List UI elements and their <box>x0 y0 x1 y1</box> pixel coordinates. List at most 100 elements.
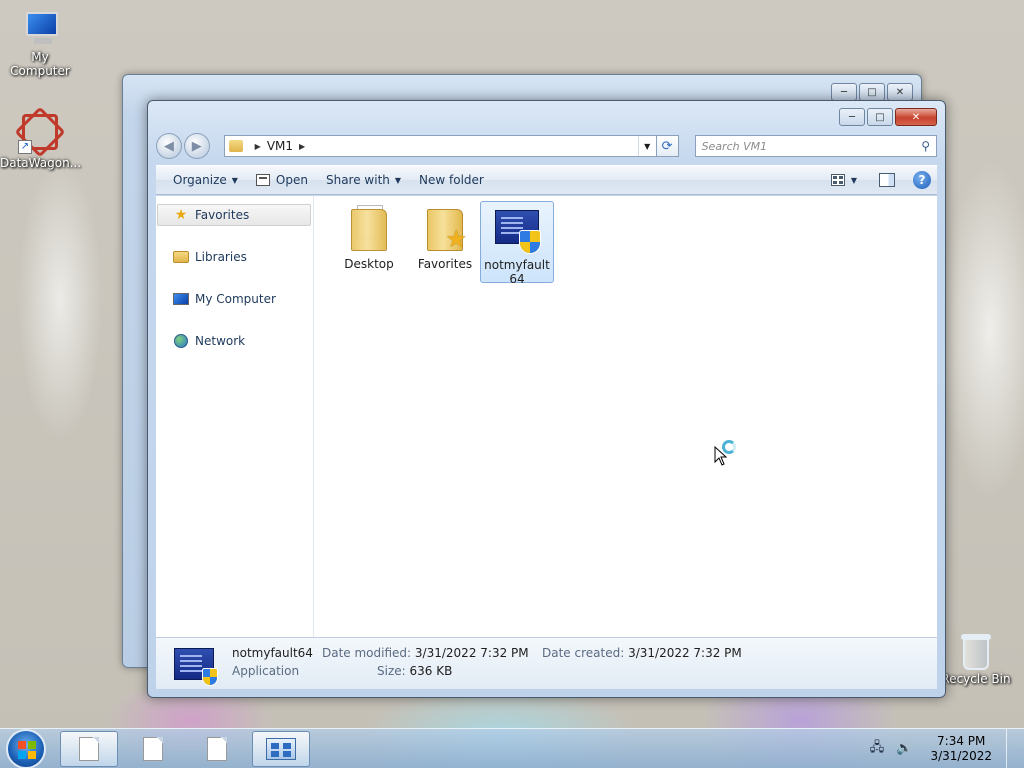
size-label: Size: <box>377 664 406 678</box>
bg-close-button[interactable]: ✕ <box>887 83 913 101</box>
desktop-icon-label: DataWagon... <box>0 156 82 170</box>
explorer-window[interactable]: ─ □ ✕ ◀ ▶ ▶ VM1 ▶ ▼ ⟳ Search VM1 ⚲ Organ… <box>147 100 946 698</box>
preview-pane-icon[interactable] <box>879 173 895 187</box>
date-created-label: Date created: <box>542 646 625 660</box>
search-placeholder: Search VM1 <box>701 139 768 153</box>
nav-item-label: Libraries <box>195 250 247 264</box>
back-button[interactable]: ◀ <box>156 133 182 159</box>
date-modified-value: 3/31/2022 7:32 PM <box>414 646 529 660</box>
nav-item-label: My Computer <box>195 292 276 306</box>
change-view-icon[interactable] <box>830 174 845 186</box>
maximize-button[interactable]: □ <box>867 108 893 126</box>
control-panel-icon <box>266 737 296 760</box>
new-folder-button[interactable]: New folder <box>410 168 493 192</box>
application-icon <box>174 648 218 686</box>
taskbar-button-document-3[interactable] <box>188 731 246 767</box>
file-item-desktop[interactable]: Desktop <box>332 201 406 283</box>
share-with-label: Share with <box>325 173 390 187</box>
view-options-chevron-icon[interactable]: ▼ <box>851 176 857 185</box>
folder-icon <box>228 140 243 152</box>
taskbar-button-document-1[interactable] <box>60 730 118 767</box>
system-tray: 🖧 🔊 7:34 PM 3/31/2022 <box>864 728 1024 768</box>
file-name: Favorites <box>417 257 473 271</box>
breadcrumb-chevron-icon[interactable]: ▶ <box>299 142 305 151</box>
busy-cursor-icon <box>714 440 744 476</box>
date-modified-label: Date modified: <box>322 646 412 660</box>
clock-time: 7:34 PM <box>937 733 986 748</box>
file-item-favorites[interactable]: ★ Favorites <box>408 201 482 283</box>
open-button[interactable]: Open <box>247 168 317 192</box>
nav-item-favorites[interactable]: ★ Favorites <box>157 204 311 226</box>
nav-item-network[interactable]: Network <box>157 330 311 352</box>
refresh-button[interactable]: ⟳ <box>656 135 679 157</box>
taskbar-button-document-2[interactable] <box>124 731 182 767</box>
star-icon: ★ <box>174 207 188 223</box>
bg-minimize-button[interactable]: ─ <box>831 83 857 101</box>
desktop-icon-label: My Computer <box>10 50 70 78</box>
favorites-folder-icon: ★ <box>421 205 469 253</box>
details-pane: notmyfault64 Application Date modified: … <box>156 637 937 689</box>
network-tray-icon[interactable]: 🖧 <box>870 738 885 760</box>
desktop-icon-my-computer[interactable]: My Computer <box>0 10 80 78</box>
taskbar: 🖧 🔊 7:34 PM 3/31/2022 <box>0 728 1024 768</box>
new-folder-label: New folder <box>419 173 484 187</box>
details-file-name: notmyfault64 <box>232 646 313 660</box>
desktop-icon-datawagon[interactable]: ↗ DataWagon... <box>0 106 82 170</box>
open-icon <box>255 174 270 186</box>
document-icon <box>143 736 163 761</box>
navigation-pane: ★ Favorites Libraries My Computer Networ… <box>156 196 314 637</box>
document-icon <box>207 736 227 761</box>
close-button[interactable]: ✕ <box>895 108 937 126</box>
file-name-line2: 64 <box>509 272 525 286</box>
clock[interactable]: 7:34 PM 3/31/2022 <box>930 734 992 764</box>
file-name: notmyfault <box>484 258 550 272</box>
file-name: Desktop <box>344 257 394 271</box>
show-desktop-button[interactable] <box>1006 728 1020 768</box>
start-button[interactable] <box>6 728 46 768</box>
volume-icon[interactable]: 🔊 <box>896 741 912 756</box>
application-icon <box>493 206 541 254</box>
date-created-value: 3/31/2022 7:32 PM <box>628 646 742 660</box>
file-list: Desktop ★ Favorites notmyfault 64 <box>314 196 937 637</box>
nav-item-libraries[interactable]: Libraries <box>157 246 311 268</box>
navigation-bar: ◀ ▶ ▶ VM1 ▶ ▼ ⟳ Search VM1 ⚲ <box>156 132 937 160</box>
chevron-down-icon: ▼ <box>394 175 402 185</box>
back-arrow-icon: ◀ <box>163 138 174 154</box>
size-value: 636 KB <box>409 664 453 678</box>
forward-button[interactable]: ▶ <box>183 133 210 159</box>
forward-arrow-icon: ▶ <box>191 138 202 154</box>
details-file-type: Application <box>232 664 300 678</box>
breadcrumb-vm1[interactable]: VM1 <box>267 139 293 153</box>
organize-button[interactable]: Organize ▼ <box>164 168 247 192</box>
nav-item-label: Favorites <box>195 208 250 222</box>
clock-date: 3/31/2022 <box>930 748 992 763</box>
desktop-icon-recycle-bin[interactable]: Recycle Bin <box>936 632 1016 686</box>
document-icon <box>79 736 99 761</box>
search-icon[interactable]: ⚲ <box>921 139 930 153</box>
address-dropdown-button[interactable]: ▼ <box>637 136 656 156</box>
chevron-down-icon: ▼ <box>231 175 238 185</box>
open-label: Open <box>275 173 308 187</box>
desktop-icon-label: Recycle Bin <box>941 672 1011 686</box>
search-input[interactable]: Search VM1 ⚲ <box>694 135 937 157</box>
computer-icon <box>173 291 189 307</box>
uac-shield-icon <box>519 230 541 254</box>
address-bar[interactable]: ▶ VM1 ▶ ▼ <box>223 135 657 157</box>
taskbar-button-control-panel[interactable] <box>252 730 310 767</box>
organize-label: Organize <box>173 173 227 187</box>
breadcrumb-chevron-icon[interactable]: ▶ <box>255 142 261 151</box>
bg-maximize-button[interactable]: □ <box>859 83 885 101</box>
content-area: ★ Favorites Libraries My Computer Networ… <box>156 196 937 637</box>
desktop-folder-icon <box>345 205 393 253</box>
libraries-icon <box>173 249 189 265</box>
share-with-button[interactable]: Share with ▼ <box>317 168 410 192</box>
nav-item-label: Network <box>195 334 246 348</box>
recycle-bin-icon <box>959 632 993 672</box>
nav-item-my-computer[interactable]: My Computer <box>157 288 311 310</box>
network-icon <box>173 333 189 349</box>
help-icon[interactable]: ? <box>913 171 931 189</box>
file-item-notmyfault64[interactable]: notmyfault 64 <box>480 201 554 286</box>
minimize-button[interactable]: ─ <box>839 108 865 126</box>
datawagon-shortcut-icon: ↗ <box>14 106 66 158</box>
refresh-icon: ⟳ <box>661 138 673 154</box>
